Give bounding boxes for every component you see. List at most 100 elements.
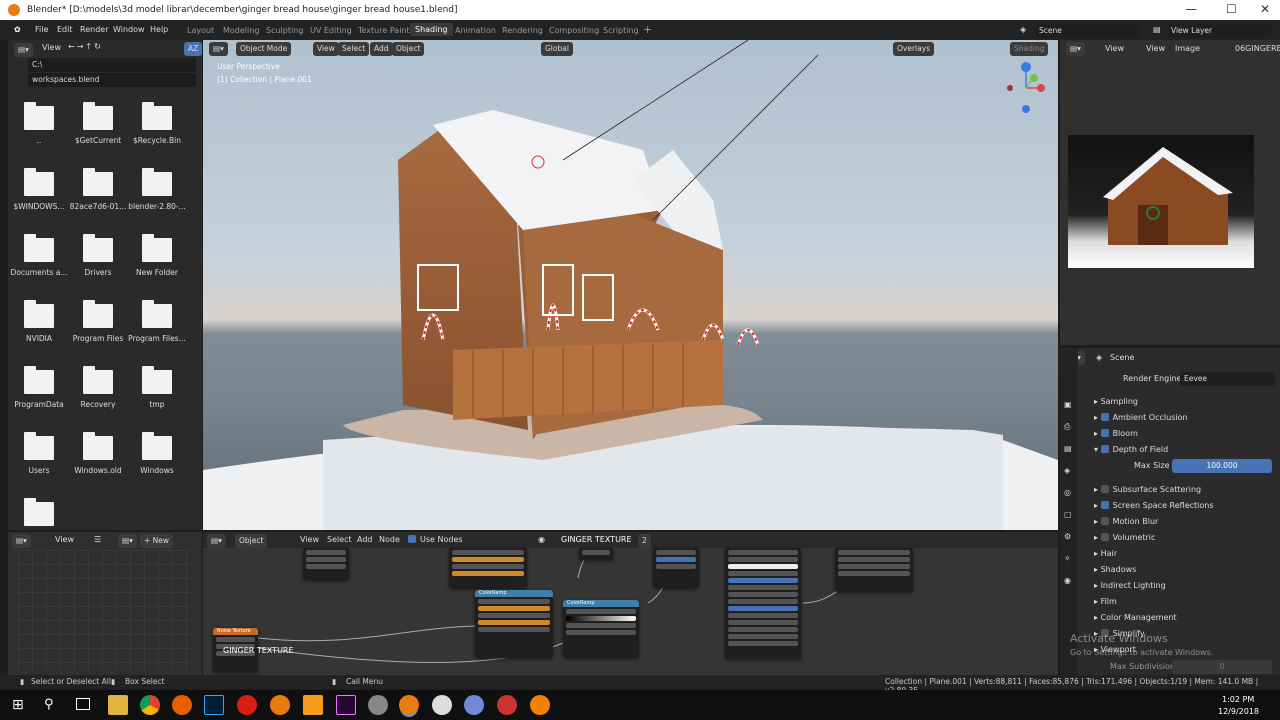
vlc-icon[interactable] (530, 695, 550, 715)
props-panel-bloom[interactable]: ▸ Bloom (1094, 429, 1138, 438)
checkbox[interactable] (1100, 485, 1109, 493)
node-object-selector[interactable]: Object (235, 534, 268, 548)
viewport-object-menu[interactable]: Object (392, 42, 425, 56)
viewport-editor-type-icon[interactable]: ▤▾ (209, 42, 228, 56)
file-item[interactable]: .. (10, 102, 68, 145)
blender-menu-icon[interactable]: ✿ (14, 25, 21, 34)
filename-field[interactable]: workspaces.blend (28, 73, 196, 87)
file-view-menu[interactable]: View (42, 43, 61, 52)
tab-compositing[interactable]: Compositing (549, 26, 599, 35)
object-tab-icon[interactable]: ▢ (1064, 510, 1072, 519)
image-name[interactable]: 06GINGERB (1235, 44, 1280, 53)
node-editor-type-icon[interactable]: ▤▾ (207, 534, 226, 548)
checkbox[interactable] (1100, 429, 1109, 437)
node-mix-top[interactable] (449, 548, 527, 588)
props-panel-ambient-occlusion[interactable]: ▸ Ambient Occlusion (1094, 413, 1188, 422)
file-item[interactable]: 82ace7d6-01... (69, 168, 127, 211)
tab-sculpting[interactable]: Sculpting (266, 26, 303, 35)
expand-arrow-icon[interactable]: ▸ (1094, 501, 1101, 510)
obs-icon[interactable] (432, 695, 452, 715)
lb-editor-type-icon[interactable]: ▤▾ (12, 534, 31, 548)
shader-node-editor[interactable]: ▤▾ Object View Select Add Node Use Nodes… (203, 532, 1058, 675)
lb-image-icon[interactable]: ▤▾ (118, 534, 137, 548)
props-panel-sampling[interactable]: ▸ Sampling (1094, 397, 1138, 406)
blender-active-icon[interactable] (399, 695, 419, 715)
menu-edit[interactable]: Edit (57, 25, 73, 34)
expand-arrow-icon[interactable]: ▸ (1094, 485, 1101, 494)
viewport-add-menu[interactable]: Add (370, 42, 393, 56)
node-principled-bsdf[interactable] (725, 548, 801, 659)
file-item[interactable]: $WINDOWS... (10, 168, 68, 211)
expand-arrow-icon[interactable]: ▸ (1094, 429, 1101, 438)
chrome-icon[interactable] (140, 695, 160, 715)
app-icon-2[interactable] (497, 695, 517, 715)
image-editor-type-icon[interactable]: ▤▾ (1066, 42, 1085, 56)
props-panel-hair[interactable]: ▸ Hair (1094, 549, 1117, 558)
world-tab-icon[interactable]: ◎ (1064, 488, 1071, 497)
file-explorer-icon[interactable] (108, 695, 128, 715)
transform-orientation[interactable]: Global (541, 42, 573, 56)
file-item[interactable]: Documents a... (10, 234, 68, 277)
file-item[interactable]: tmp (128, 366, 186, 409)
view-layer-tab-icon[interactable]: ▤ (1064, 444, 1072, 453)
props-panel-color-management[interactable]: ▸ Color Management (1094, 613, 1177, 622)
menu-file[interactable]: File (35, 25, 48, 34)
viewport-select-menu[interactable]: Select (338, 42, 370, 56)
file-item[interactable]: Windows (128, 432, 186, 475)
path-field[interactable]: C:\ (28, 58, 196, 72)
scene-tab-icon[interactable]: ◈ (1064, 466, 1070, 475)
lb-view-menu[interactable]: View (55, 535, 74, 544)
3d-viewport[interactable]: ▤▾ Object Mode View Select Add Object Gl… (203, 40, 1058, 530)
expand-arrow-icon[interactable]: ▸ (1094, 517, 1101, 526)
sublime-icon[interactable] (303, 695, 323, 715)
file-item[interactable]: ProgramData (10, 366, 68, 409)
tab-modeling[interactable]: Modeling (223, 26, 259, 35)
use-nodes-checkbox[interactable]: Use Nodes (408, 535, 463, 544)
scene-selector[interactable]: Scene (1035, 24, 1140, 38)
props-panel-motion-blur[interactable]: ▸ Motion Blur (1094, 517, 1158, 526)
render-engine-select[interactable]: Eevee (1180, 372, 1275, 386)
expand-arrow-icon[interactable]: ▸ (1094, 533, 1101, 542)
props-panel-indirect-lighting[interactable]: ▸ Indirect Lighting (1094, 581, 1166, 590)
file-item[interactable]: New Folder (128, 234, 186, 277)
modifier-tab-icon[interactable]: ⚙ (1064, 532, 1071, 541)
menu-window[interactable]: Window (113, 25, 145, 34)
menu-help[interactable]: Help (150, 25, 168, 34)
mode-selector[interactable]: Object Mode (236, 42, 292, 56)
maximize-button[interactable]: ☐ (1226, 2, 1237, 16)
discord-icon[interactable] (464, 695, 484, 715)
tab-shading[interactable]: Shading (410, 23, 453, 36)
viewport-view-menu[interactable]: View (313, 42, 339, 56)
material-tab-icon[interactable]: ◉ (1064, 576, 1071, 585)
node-small[interactable] (579, 548, 613, 560)
file-item[interactable]: Drivers (69, 234, 127, 277)
tab-animation[interactable]: Animation (455, 26, 496, 35)
checkbox[interactable] (1100, 413, 1109, 421)
task-view-icon[interactable] (76, 698, 90, 710)
file-item[interactable]: NVIDIA (10, 300, 68, 343)
file-item[interactable]: Program Files (69, 300, 127, 343)
app-icon-1[interactable] (368, 695, 388, 715)
shading-button[interactable]: Shading (1010, 42, 1049, 56)
props-panel-shadows[interactable]: ▸ Shadows (1094, 565, 1136, 574)
node-color-ramp-1[interactable]: ColorRamp (475, 590, 553, 658)
node-node-menu[interactable]: Node (379, 535, 400, 544)
close-button[interactable]: ✕ (1260, 2, 1270, 16)
tab-texture-paint[interactable]: Texture Paint (358, 26, 410, 35)
add-workspace-icon[interactable]: + (643, 23, 652, 36)
file-item[interactable]: blender-2.80-... (128, 168, 186, 211)
node-select-menu[interactable]: Select (327, 535, 352, 544)
material-users[interactable]: 2 (638, 534, 651, 548)
props-panel-volumetric[interactable]: ▸ Volumetric (1094, 533, 1155, 542)
overlays-button[interactable]: Overlays (893, 42, 935, 56)
image-view2-menu[interactable]: View (1146, 44, 1165, 53)
props-panel-depth-of-field[interactable]: ▾ Depth of Field (1094, 445, 1168, 454)
view-layer-selector[interactable]: View Layer (1167, 24, 1272, 38)
file-item[interactable]: Recovery (69, 366, 127, 409)
editor-type-icon[interactable]: ▤▾ (14, 43, 33, 57)
menu-render[interactable]: Render (80, 25, 108, 34)
tab-rendering[interactable]: Rendering (502, 26, 543, 35)
props-panel-subsurface-scattering[interactable]: ▸ Subsurface Scattering (1094, 485, 1201, 494)
node-mix-right[interactable] (835, 548, 913, 592)
node-clamp[interactable] (653, 548, 699, 588)
